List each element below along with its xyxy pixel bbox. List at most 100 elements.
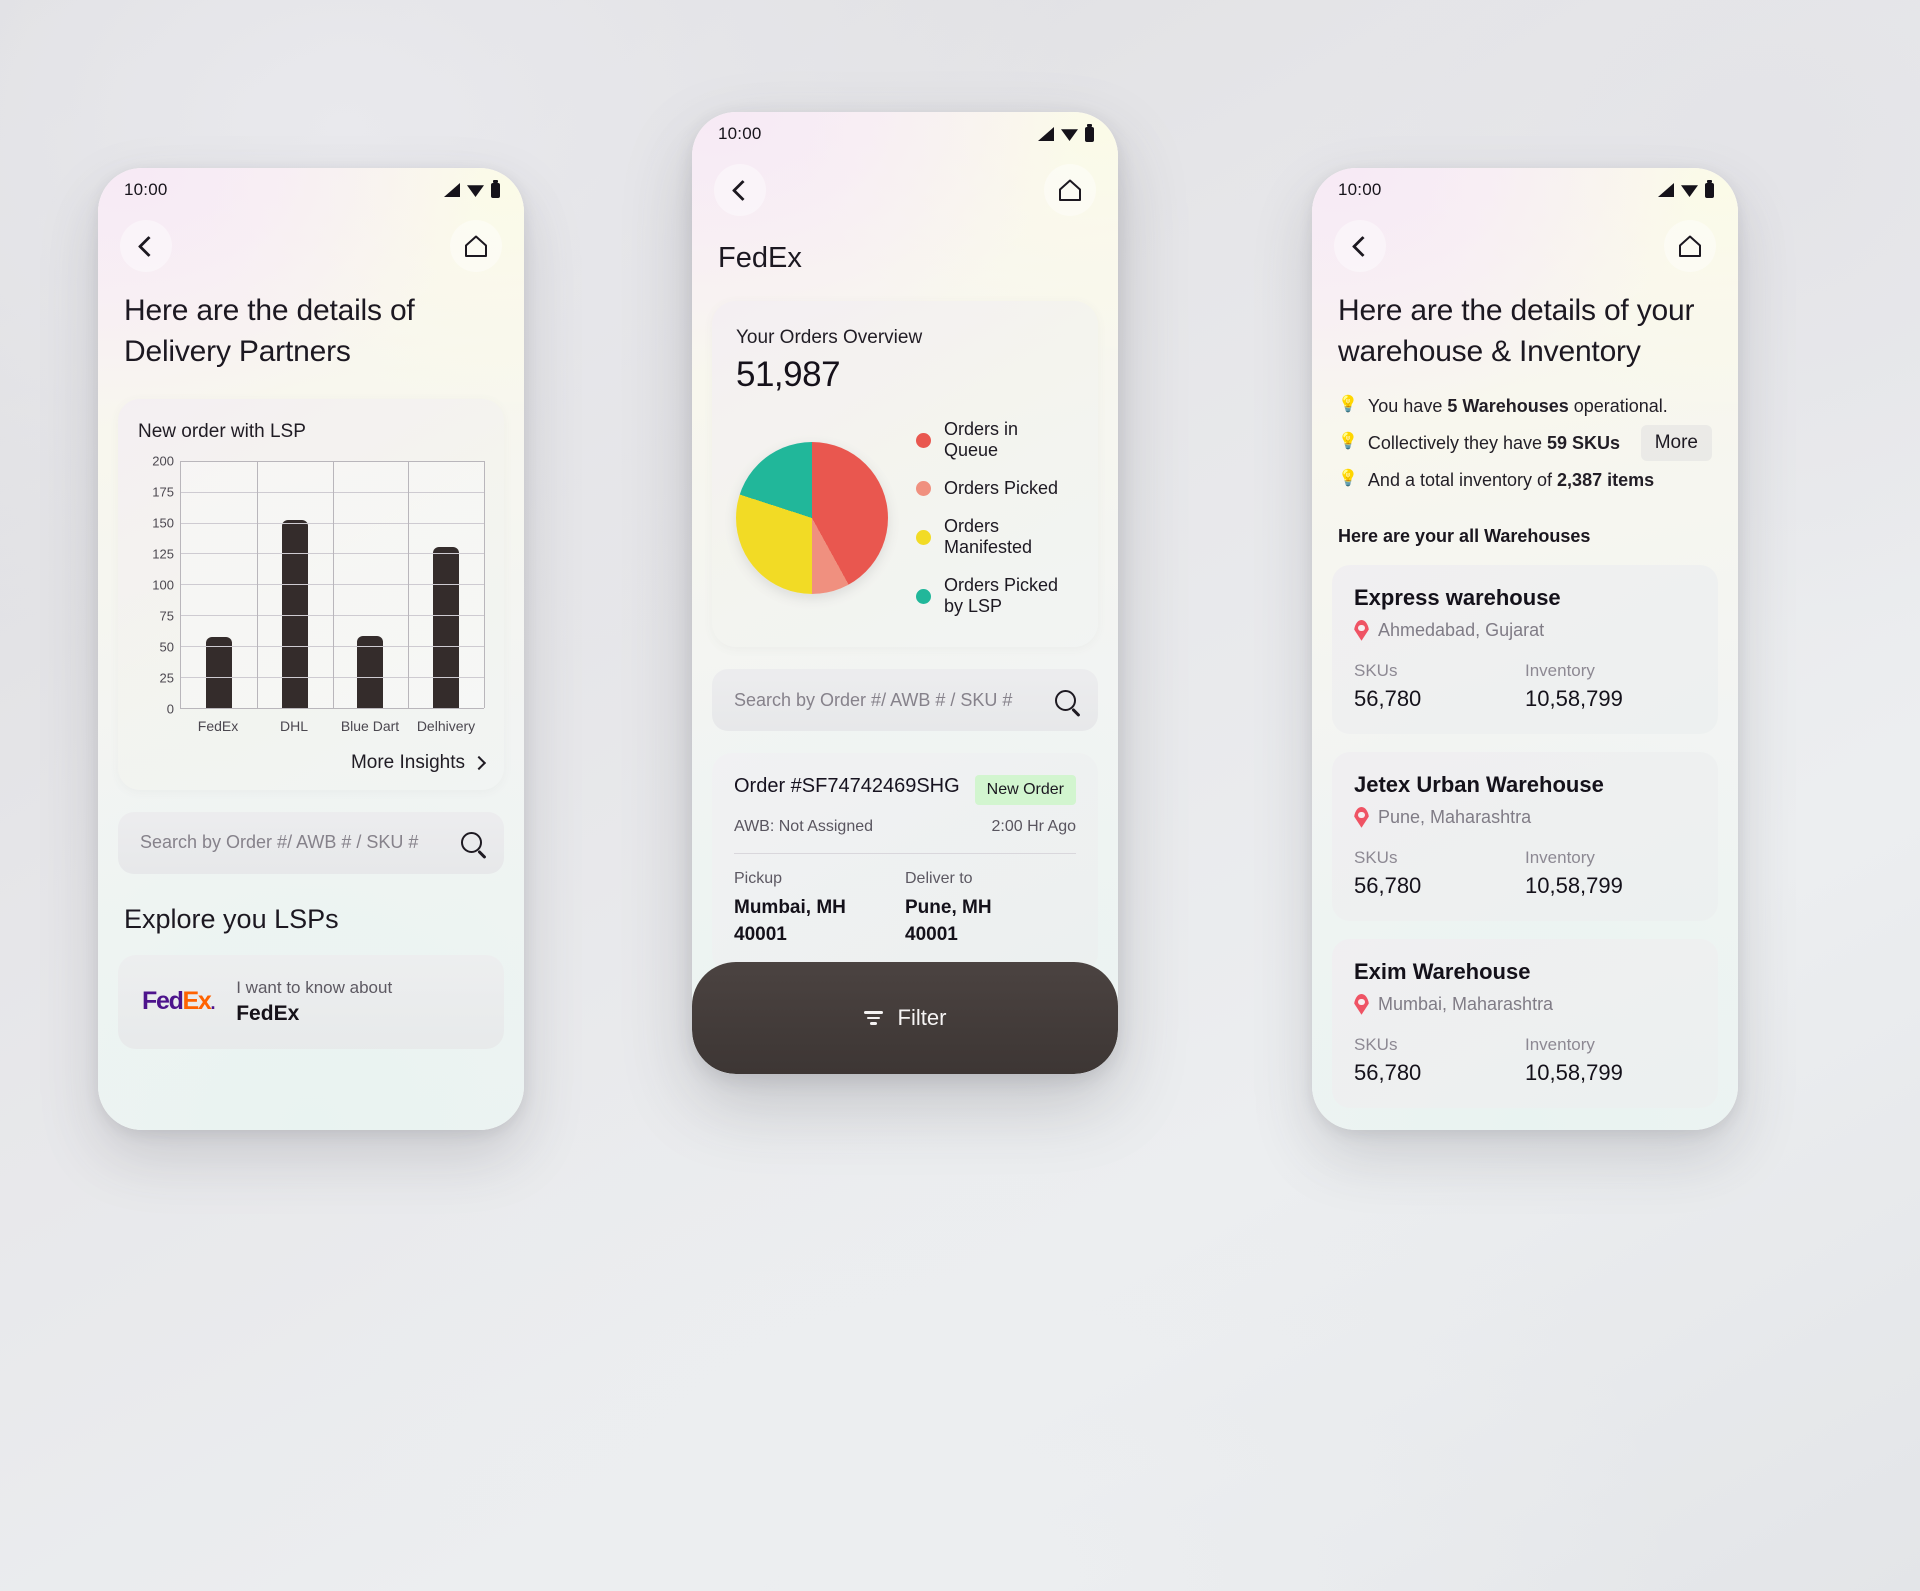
inventory-value: 10,58,799 [1525,1059,1623,1085]
warehouse-card[interactable]: Express warehouse Ahmedabad, Gujarat SKUs 5… [1332,564,1718,734]
warehouse-name: Exim Warehouse [1354,958,1531,984]
bar-chart: 0 25 50 75 100 125 150 175 200 [138,453,485,716]
warehouse-list-heading: Here are your all Warehouses [1338,525,1591,546]
lsp-card-name: FedEx [236,1001,300,1025]
legend-label: Orders Picked by LSP [944,575,1059,616]
skus-label: SKUs [1354,847,1398,867]
deliver-pincode: 40001 [905,923,958,945]
warehouse-skus: SKUs 56,780 [1354,661,1525,712]
legend-item: Orders Picked by LSP [916,575,1074,617]
search-input[interactable]: Search by Order #/ AWB # / SKU # [118,811,504,874]
chart-plot-area [180,460,485,709]
pickup-address: Pickup Mumbai, MH 40001 [734,870,905,949]
orders-overview-label: Your Orders Overview [736,327,923,348]
fedex-logo: FedEx. [142,987,215,1016]
bullet-text: You have 5 Warehouses operational. [1367,395,1668,416]
status-bar: 10:00 [98,168,524,212]
skus-value: 56,780 [1354,872,1422,898]
status-icons [1038,123,1094,142]
deliver-label: Deliver to [905,870,973,887]
chart-x-label: Blue Dart [340,717,400,734]
order-addresses: Pickup Mumbai, MH 40001 Deliver to Pune,… [734,870,1076,949]
status-bar: 10:00 [1312,168,1738,212]
warehouse-location-label: Ahmedabad, Gujarat [1378,619,1545,640]
chart-y-tick: 125 [152,546,174,562]
inventory-label: Inventory [1525,660,1595,680]
warehouse-name: Jetex Urban Warehouse [1354,771,1604,797]
chart-y-tick: 0 [166,701,174,717]
phone-warehouse-inventory: 10:00 Here are the details of your wareh… [1312,168,1738,1130]
search-icon[interactable] [1055,689,1076,711]
warehouse-skus: SKUs 56,780 [1354,1035,1525,1086]
lsp-card-subtitle: I want to know about [236,977,393,997]
legend-item: Orders Picked [916,478,1074,499]
warehouse-stats: SKUs 56,780 Inventory 10,58,799 [1354,1035,1696,1086]
chart-bar [205,637,232,708]
search-icon[interactable] [461,832,482,854]
filter-icon [863,1011,883,1025]
warehouse-stats: SKUs 56,780 Inventory 10,58,799 [1354,848,1696,899]
screen-fedex: 10:00 FedEx Your Orders Overview 51,987 [692,112,1118,1074]
search-input[interactable]: Search by Order #/ AWB # / SKU # [712,669,1098,731]
wifi-icon [467,185,484,197]
wifi-icon [1061,129,1078,141]
pickup-city: Mumbai, MH [734,897,846,918]
nav-row [692,156,1118,216]
deliver-city: Pune, MH [905,897,992,918]
warehouse-location: Ahmedabad, Gujarat [1354,619,1696,641]
wifi-icon [1681,185,1698,197]
warehouse-card[interactable]: Exim Warehouse Mumbai, Maharashtra SKUs 56,… [1332,938,1718,1108]
pie-chart: Orders in Queue Orders Picked Orders Manif… [736,419,1074,617]
chart-x-label: DHL [279,717,308,734]
chart-y-tick: 175 [152,484,174,500]
back-button[interactable] [120,220,172,272]
lsp-card-fedex[interactable]: FedEx. I want to know about FedEx [118,954,504,1049]
lightbulb-icon: 💡 [1338,469,1358,487]
filter-label: Filter [897,1005,947,1030]
lightbulb-icon: 💡 [1338,395,1358,413]
status-time: 10:00 [124,180,168,199]
location-pin-icon [1354,619,1369,641]
more-insights-label: More Insights [350,751,465,773]
lsp-card-text: I want to know about FedEx [236,978,392,1026]
location-pin-icon [1354,993,1369,1015]
phone-fedex-orders: 10:00 FedEx Your Orders Overview 51,987 [692,112,1118,1074]
back-button[interactable] [1334,220,1386,272]
order-awb: AWB: Not Assigned [734,818,874,835]
back-button[interactable] [714,164,766,216]
order-card-header: Order #SF74742469SHG New Order [734,775,1076,805]
battery-icon [491,179,500,198]
warehouse-inventory: Inventory 10,58,799 [1525,848,1696,899]
skus-label: SKUs [1354,1034,1398,1054]
signal-icon [444,183,460,197]
warehouse-stats: SKUs 56,780 Inventory 10,58,799 [1354,661,1696,712]
chart-bar [281,520,308,708]
home-button[interactable] [450,220,502,272]
legend-label: Orders Picked [944,478,1059,498]
page-title: Here are the details of your warehouse &… [1338,294,1695,369]
nav-row [98,212,524,272]
home-icon [1679,235,1701,257]
more-insights-link[interactable]: More Insights [138,751,487,774]
page-title: Here are the details of Delivery Partner… [124,294,415,369]
status-bar: 10:00 [692,112,1118,156]
chart-gridline-vertical [484,460,485,708]
chart-title: New order with LSP [138,420,306,442]
home-button[interactable] [1664,220,1716,272]
new-order-chart-card: New order with LSP 0 25 50 75 100 125 150 175 20… [118,398,504,790]
chart-y-tick: 25 [159,670,174,686]
chart-y-tick: 100 [152,577,174,593]
order-card[interactable]: Order #SF74742469SHG New Order AWB: Not … [712,753,1098,973]
more-button[interactable]: More [1640,424,1712,461]
legend-color-swatch [916,481,931,496]
warehouse-card[interactable]: Jetex Urban Warehouse Pune, Maharashtra SK… [1332,751,1718,921]
inventory-label: Inventory [1525,847,1595,867]
filter-button[interactable]: Filter [692,962,1118,1074]
orders-overview-value: 51,987 [736,355,841,394]
chevron-right-icon [471,755,487,770]
fedex-logo-ex: Ex [182,987,212,1016]
pickup-label: Pickup [734,870,783,887]
bullet-text: Collectively they have 59 SKUs [1367,432,1621,453]
home-button[interactable] [1044,164,1096,216]
status-icons [444,179,500,198]
